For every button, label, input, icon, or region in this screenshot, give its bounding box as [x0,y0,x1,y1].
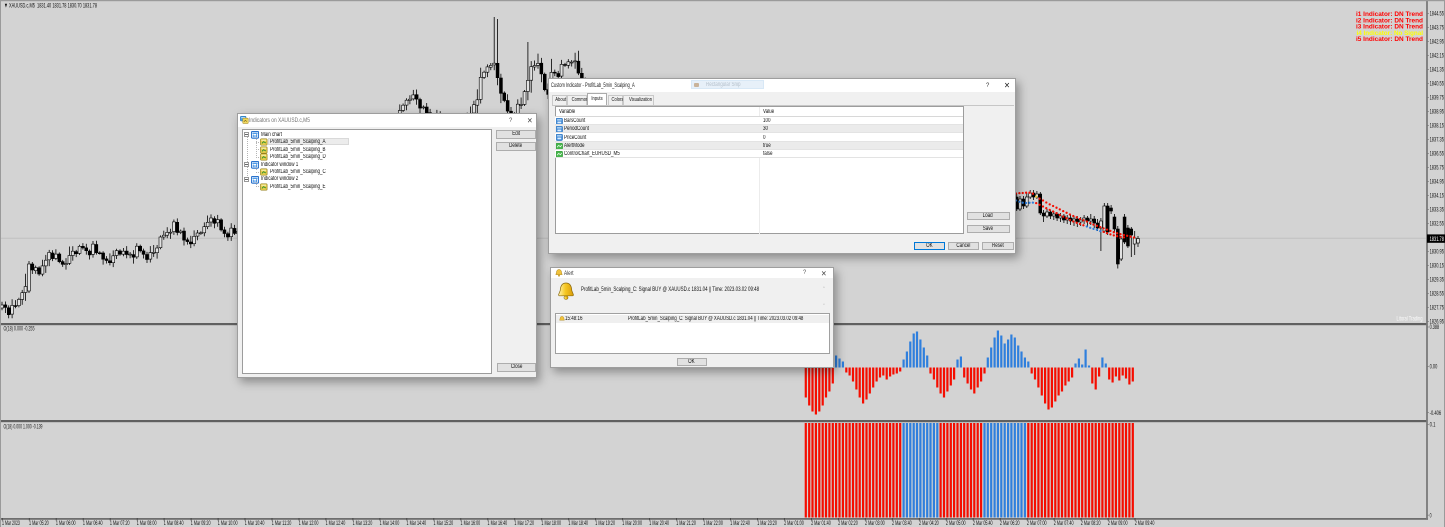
svg-text:1 Mar 18:40: 1 Mar 18:40 [568,521,588,527]
svg-text:1842.15: 1842.15 [1430,54,1445,60]
svg-text:1 Mar 10:00: 1 Mar 10:00 [218,521,238,527]
svg-text:1 Mar 09:20: 1 Mar 09:20 [191,521,211,527]
svg-text:O(18) 0.000 1.000 -0.139: O(18) 0.000 1.000 -0.139 [4,424,43,431]
svg-text:1839.75: 1839.75 [1430,96,1445,102]
svg-text:1834.15: 1834.15 [1430,194,1445,200]
svg-text:1 Mar 16:40: 1 Mar 16:40 [488,521,508,527]
svg-text:1 Mar 17:20: 1 Mar 17:20 [514,521,534,527]
svg-text:1 Mar 13:20: 1 Mar 13:20 [353,521,373,527]
svg-text:1831.78: 1831.78 [1430,237,1445,243]
svg-text:1832.55: 1832.55 [1430,222,1445,228]
svg-text:1 Mar 07:20: 1 Mar 07:20 [110,521,130,527]
svg-text:2 Mar 08:20: 2 Mar 08:20 [1081,521,1101,527]
svg-text:1 Mar 12:40: 1 Mar 12:40 [326,521,346,527]
svg-text:1840.55: 1840.55 [1430,82,1445,88]
svg-text:2 Mar 06:20: 2 Mar 06:20 [1000,521,1020,527]
svg-text:1 Mar 20:00: 1 Mar 20:00 [622,521,642,527]
svg-text:1 Mar 21:20: 1 Mar 21:20 [676,521,696,527]
svg-text:2 Mar 03:00: 2 Mar 03:00 [865,521,885,527]
svg-text:1834.95: 1834.95 [1430,180,1445,186]
svg-text:0.1: 0.1 [1430,423,1436,429]
svg-text:Litoral Trading: Litoral Trading [1397,316,1423,323]
svg-text:1829.35: 1829.35 [1430,278,1445,284]
svg-text:1 Mar 22:00: 1 Mar 22:00 [703,521,723,527]
svg-text:1 Mar 06:40: 1 Mar 06:40 [83,521,103,527]
svg-text:1 Mar 22:40: 1 Mar 22:40 [730,521,750,527]
svg-text:1 Mar 16:00: 1 Mar 16:00 [461,521,481,527]
svg-text:2 Mar 05:00: 2 Mar 05:00 [946,521,966,527]
svg-text:▼ XAUUSD.c,M5 1831.40 1831.78: ▼ XAUUSD.c,M5 1831.40 1831.78 1830.70 18… [4,3,97,10]
svg-text:1 Mar 08:40: 1 Mar 08:40 [164,521,184,527]
svg-text:1830.95: 1830.95 [1430,250,1445,256]
svg-text:1 Mar 06:00: 1 Mar 06:00 [56,521,76,527]
svg-text:1 Mar 10:40: 1 Mar 10:40 [245,521,265,527]
svg-text:1828.55: 1828.55 [1430,292,1445,298]
svg-text:1 Mar 11:20: 1 Mar 11:20 [272,521,292,527]
svg-text:2 Mar 07:00: 2 Mar 07:00 [1027,521,1047,527]
svg-text:1 Mar 12:00: 1 Mar 12:00 [299,521,319,527]
svg-text:2 Mar 07:40: 2 Mar 07:40 [1054,521,1074,527]
svg-text:1827.75: 1827.75 [1430,306,1445,312]
svg-text:i5 Indicator: DN Trend: i5 Indicator: DN Trend [1356,36,1423,43]
svg-text:2 Mar 01:40: 2 Mar 01:40 [811,521,831,527]
svg-text:1 Mar 14:40: 1 Mar 14:40 [407,521,427,527]
svg-text:2 Mar 09:40: 2 Mar 09:40 [1135,521,1155,527]
svg-text:1841.35: 1841.35 [1430,68,1445,74]
svg-text:1 Mar 2023: 1 Mar 2023 [2,521,20,527]
svg-text:0.00: 0.00 [1430,365,1438,371]
svg-text:1836.55: 1836.55 [1430,152,1445,158]
svg-text:1842.95: 1842.95 [1430,40,1445,46]
svg-text:0.388: 0.388 [1430,325,1440,331]
svg-text:1837.35: 1837.35 [1430,138,1445,144]
svg-text:2 Mar 09:00: 2 Mar 09:00 [1108,521,1128,527]
svg-text:1 Mar 23:20: 1 Mar 23:20 [757,521,777,527]
svg-text:2 Mar 03:40: 2 Mar 03:40 [892,521,912,527]
svg-text:2 Mar 02:20: 2 Mar 02:20 [838,521,858,527]
svg-text:1 Mar 05:20: 1 Mar 05:20 [29,521,49,527]
svg-text:1844.55: 1844.55 [1430,12,1445,18]
svg-text:2 Mar 05:40: 2 Mar 05:40 [973,521,993,527]
svg-text:1830.15: 1830.15 [1430,264,1445,270]
svg-text:2 Mar 04:20: 2 Mar 04:20 [919,521,939,527]
svg-text:1838.95: 1838.95 [1430,110,1445,116]
svg-text:1 Mar 08:00: 1 Mar 08:00 [137,521,157,527]
svg-text:1838.15: 1838.15 [1430,124,1445,130]
svg-text:1843.75: 1843.75 [1430,26,1445,32]
svg-text:2 Mar 01:00: 2 Mar 01:00 [784,521,804,527]
svg-text:1 Mar 14:00: 1 Mar 14:00 [380,521,400,527]
svg-text:1 Mar 20:40: 1 Mar 20:40 [649,521,669,527]
svg-text:O(18) 0.000 -0.255: O(18) 0.000 -0.255 [4,326,35,333]
svg-text:1833.35: 1833.35 [1430,208,1445,214]
svg-text:1 Mar 19:20: 1 Mar 19:20 [595,521,615,527]
svg-text:1835.75: 1835.75 [1430,166,1445,172]
svg-text:1 Mar 18:00: 1 Mar 18:00 [541,521,561,527]
svg-text:-0.406: -0.406 [1430,411,1442,417]
svg-text:1 Mar 15:20: 1 Mar 15:20 [434,521,454,527]
